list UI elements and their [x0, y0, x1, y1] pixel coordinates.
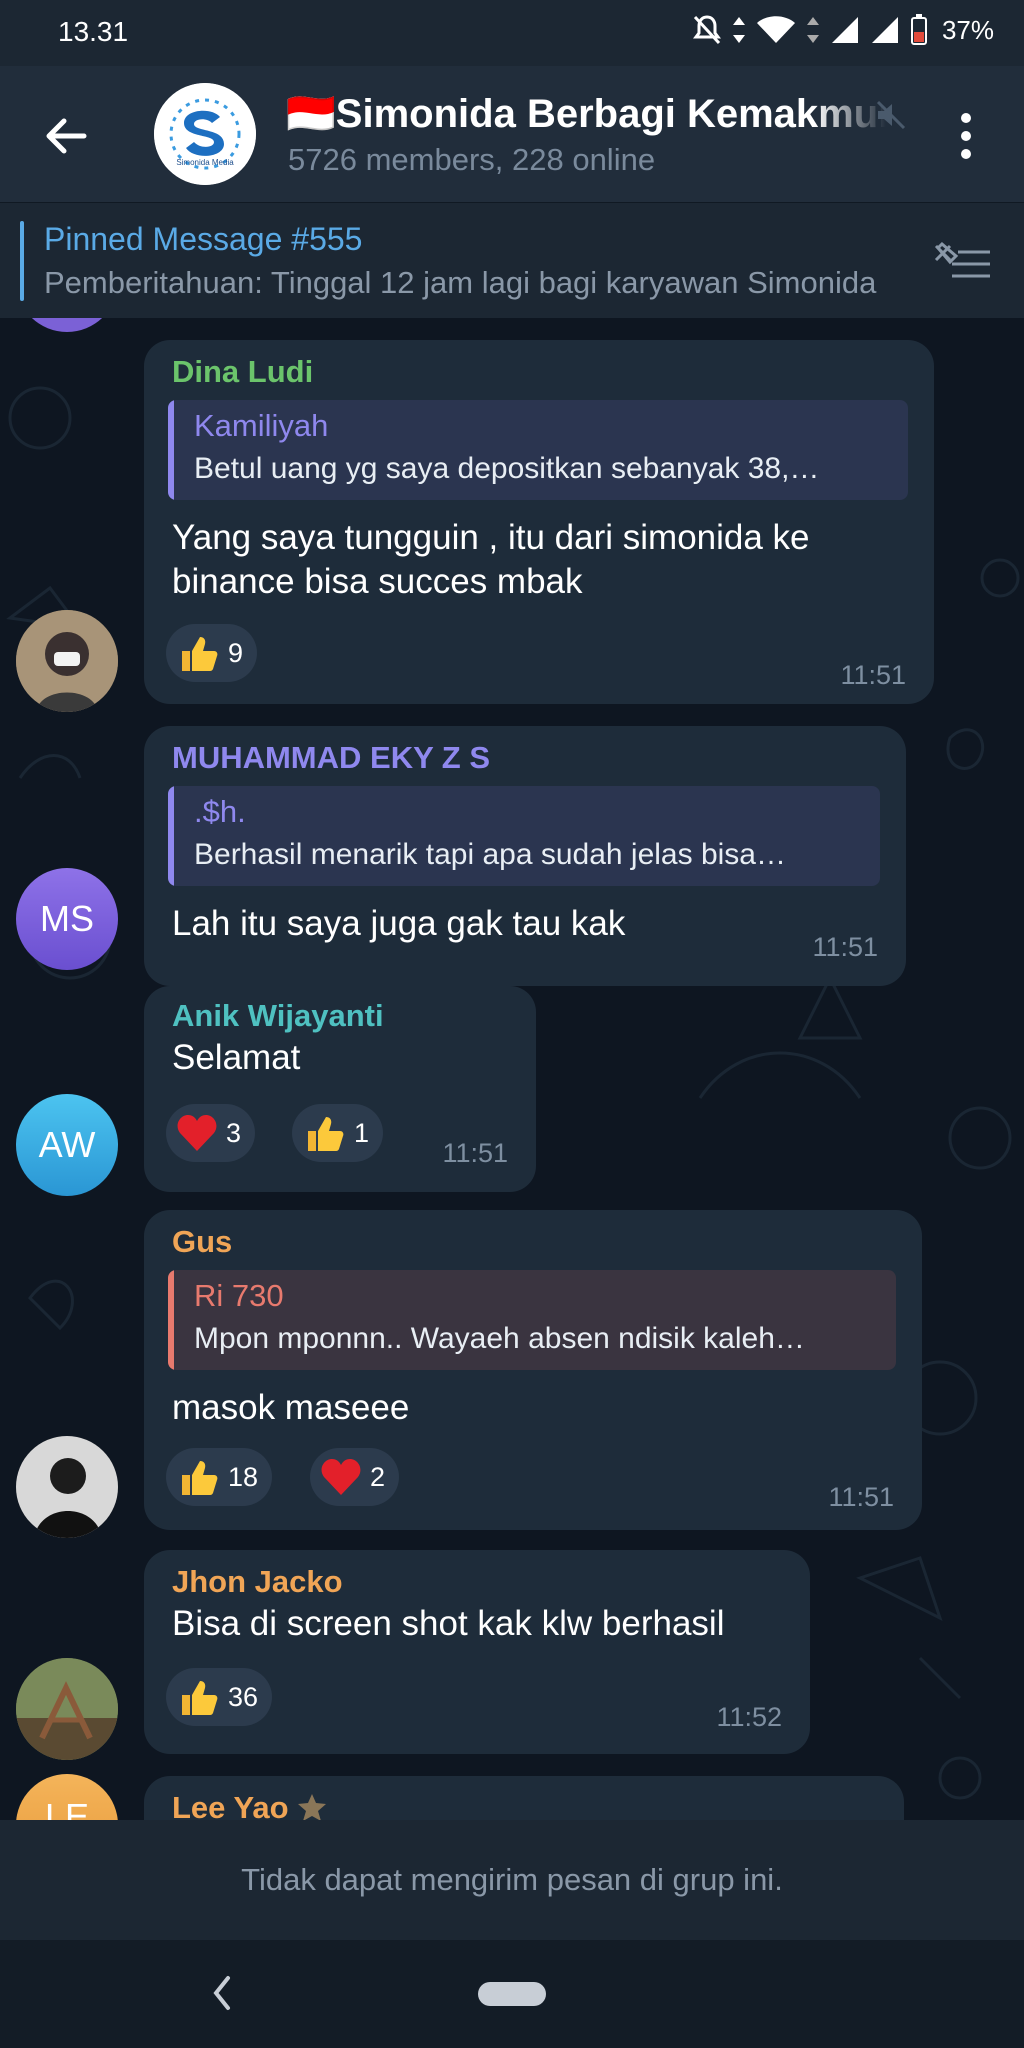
avatar-initials: MS [40, 898, 94, 939]
thumbs-up-icon [182, 637, 218, 671]
chat-messages-area[interactable]: Dina Ludi Kamiliyah Betul uang yg saya d… [0, 318, 1024, 1820]
reaction-button[interactable]: 9 [166, 624, 258, 682]
message-sender[interactable]: Lee Yao [172, 1790, 327, 1820]
reply-preview[interactable]: Ri 730 Mpon mponnn.. Wayaeh absen ndisik… [168, 1270, 896, 1370]
message-sender[interactable]: MUHAMMAD EKY Z S [172, 740, 490, 776]
message-text: Lah itu saya juga gak tau kak [172, 904, 626, 943]
reply-preview[interactable]: .$h. Berhasil menarik tapi apa sudah jel… [168, 786, 880, 886]
pinned-list-icon[interactable] [932, 240, 992, 284]
avatar[interactable] [16, 1436, 118, 1538]
message-time: 11:52 [716, 1702, 782, 1732]
chat-header: Simonida Media 🇮🇩Simonida Berbagi Kemakm… [0, 66, 1024, 202]
user-photo-icon [16, 610, 118, 712]
message-bubble[interactable]: MUHAMMAD EKY Z S .$h. Berhasil menarik t… [144, 726, 906, 986]
message-sender[interactable]: Jhon Jacko [172, 1564, 343, 1600]
reaction-button[interactable]: 2 [310, 1448, 400, 1506]
status-icons: 37% [692, 14, 994, 46]
message-sender[interactable]: Dina Ludi [172, 354, 313, 390]
reaction-count: 1 [354, 1117, 370, 1148]
reaction-button[interactable]: 1 [292, 1104, 384, 1162]
status-time: 13.31 [58, 16, 129, 47]
system-nav-bar [0, 1940, 1024, 2048]
message-bubble[interactable]: Anik Wijayanti Selamat 3 1 11:51 [144, 986, 536, 1192]
pinned-indicator [20, 221, 24, 301]
nav-back-icon[interactable] [206, 1968, 236, 2018]
message-bubble[interactable]: Dina Ludi Kamiliyah Betul uang yg saya d… [144, 340, 934, 704]
signal-icon [871, 17, 898, 43]
reply-text: Betul uang yg saya depositkan sebanyak 3… [194, 452, 820, 485]
reply-sender: Ri 730 [194, 1278, 284, 1313]
user-photo-icon [16, 1658, 118, 1760]
simonida-logo-icon: Simonida Media [154, 83, 256, 185]
avatar[interactable]: MS [16, 868, 118, 970]
chat-subtitle: 5726 members, 228 online [288, 142, 656, 177]
heart-icon [177, 1115, 217, 1151]
message-time: 11:51 [442, 1138, 508, 1168]
message-text: Yang saya tungguin , itu dari simonida k… [172, 518, 810, 557]
status-bar: 13.31 37% [0, 0, 1024, 66]
reaction-count: 9 [228, 637, 244, 668]
reply-text: Berhasil menarik tapi apa sudah jelas bi… [194, 838, 786, 871]
cannot-send-text: Tidak dapat mengirim pesan di grup ini. [241, 1862, 783, 1897]
reaction-button[interactable]: 3 [166, 1104, 256, 1162]
user-photo-icon [16, 1436, 118, 1538]
mute-icon [876, 100, 906, 130]
nav-home-pill[interactable] [478, 1982, 546, 2006]
message-bubble[interactable]: Lee Yao [144, 1776, 904, 1820]
battery-percentage: 37% [941, 14, 994, 45]
pinned-message-bar[interactable]: Pinned Message #555 Pemberitahuan: Tingg… [0, 202, 1024, 319]
data-transfer-icon [732, 17, 745, 43]
message-bubble[interactable]: Gus Ri 730 Mpon mponnn.. Wayaeh absen nd… [144, 1210, 922, 1530]
avatar[interactable] [16, 610, 118, 712]
avatar-initials: AW [38, 1124, 96, 1165]
avatar-initials: LE [44, 1796, 90, 1820]
heart-icon [321, 1459, 361, 1495]
group-avatar-text: Simonida Media [176, 158, 234, 167]
reaction-count: 18 [228, 1461, 259, 1492]
message-time: 11:51 [828, 1482, 894, 1512]
message-bubble[interactable]: Jhon Jacko Bisa di screen shot kak klw b… [144, 1550, 810, 1754]
pinned-text: Pemberitahuan: Tinggal 12 jam lagi bagi … [44, 265, 877, 300]
message-sender-name: Lee Yao [172, 1790, 289, 1820]
reaction-button[interactable]: 18 [166, 1448, 273, 1506]
thumbs-up-icon [308, 1117, 344, 1151]
group-avatar[interactable]: Simonida Media [154, 83, 256, 185]
more-options-icon[interactable] [944, 108, 988, 164]
message-sender[interactable]: Gus [172, 1224, 232, 1260]
wifi-icon [756, 16, 795, 43]
reply-preview[interactable]: Kamiliyah Betul uang yg saya depositkan … [168, 400, 908, 500]
message-text: Bisa di screen shot kak klw berhasil [172, 1604, 725, 1643]
message-time: 11:51 [840, 660, 906, 690]
reaction-count: 2 [370, 1461, 386, 1492]
pinned-title: Pinned Message #555 [44, 221, 363, 257]
data-transfer-icon [806, 17, 819, 43]
message-sender[interactable]: Anik Wijayanti [172, 998, 384, 1034]
reaction-count: 3 [226, 1117, 242, 1148]
reply-text: Mpon mponnn.. Wayaeh absen ndisik kaleh… [194, 1322, 805, 1355]
reply-bar [168, 400, 174, 500]
thumbs-up-icon [182, 1681, 218, 1715]
message-text: binance bisa succes mbak [172, 562, 583, 601]
chat-title[interactable]: 🇮🇩Simonida Berbagi Kemakmuran [286, 90, 886, 137]
cannot-send-notice: Tidak dapat mengirim pesan di grup ini. [0, 1820, 1024, 1940]
reply-bar [168, 786, 174, 886]
message-time: 11:51 [812, 932, 878, 962]
battery-icon [910, 14, 927, 45]
reply-sender: Kamiliyah [194, 408, 329, 443]
signal-icon [831, 17, 858, 43]
reaction-button[interactable]: 36 [166, 1668, 273, 1726]
reply-bar [168, 1270, 174, 1370]
star-icon [298, 1794, 327, 1820]
back-arrow-icon[interactable] [40, 110, 92, 162]
message-text: Selamat [172, 1038, 301, 1077]
message-text: masok maseee [172, 1388, 410, 1427]
reply-sender: .$h. [194, 794, 246, 829]
reaction-count: 36 [228, 1681, 259, 1712]
thumbs-up-icon [182, 1461, 218, 1495]
avatar[interactable]: AW [16, 1094, 118, 1196]
notifications-off-icon [692, 15, 721, 45]
avatar[interactable] [16, 1658, 118, 1760]
